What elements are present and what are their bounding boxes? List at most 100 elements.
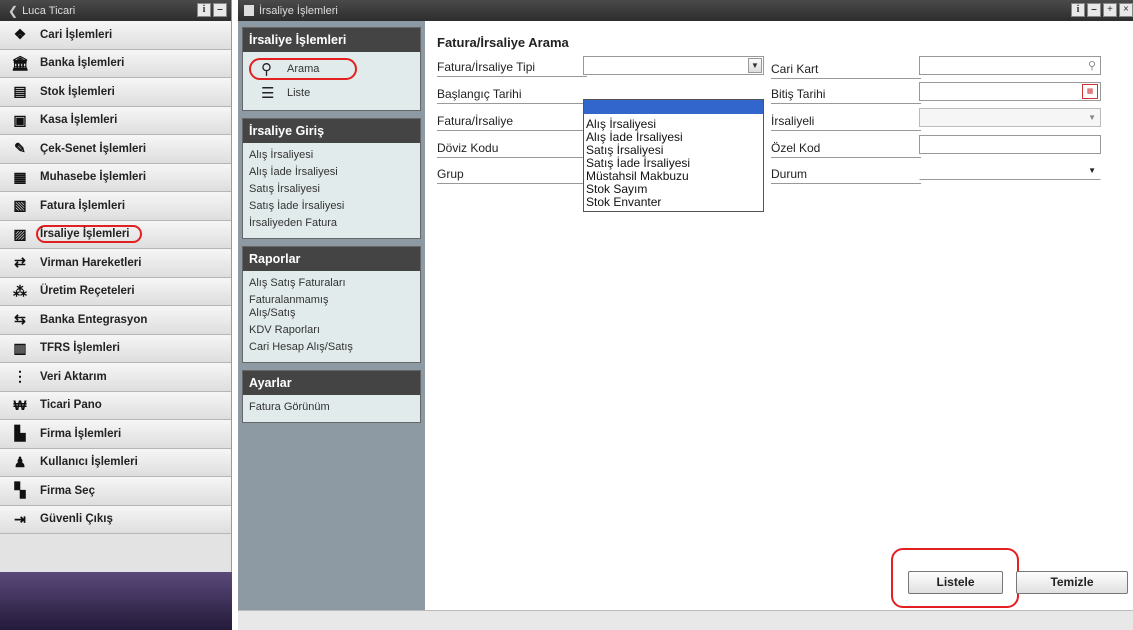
link-cari-hesap-alis-satis[interactable]: Cari Hesap Alış/Satış [249,339,414,356]
chevron-down-icon[interactable]: ▼ [748,58,762,73]
sidebar-item-label: Banka Entegrasyon [40,313,148,326]
status-bar [238,610,1133,630]
label-group: Grup [437,166,587,184]
sidebar-item--retim-re-eteleri[interactable]: ⁂ Üretim Reçeteleri [0,277,231,306]
end-date-field[interactable]: ▦ [919,82,1101,101]
list-submit-button[interactable]: Listele [908,571,1003,594]
sidebar-item-firma-se[interactable]: ▚ Firma Seç [0,477,231,506]
sidebar-item-i-rsaliye-i-lemleri[interactable]: ▨ İrsaliye İşlemleri [0,220,231,249]
label-invoice-waybill: Fatura/İrsaliye [437,113,587,131]
panel-irsaliye-islemleri: İrsaliye İşlemleri ⚲ Arama ☰ Liste [242,27,421,111]
label-waybilled: İrsaliyeli [771,113,921,131]
company-icon: ▙ [14,425,26,442]
integration-icon: ⇆ [14,311,26,328]
maximize-icon[interactable]: + [1103,3,1117,17]
chevron-down-icon[interactable]: ▼ [1088,166,1096,175]
sidebar-item-label: Kullanıcı İşlemleri [40,456,138,469]
sidebar-item-label: Stok İşlemleri [40,85,115,98]
clear-button[interactable]: Temizle [1016,571,1128,594]
sidebar-item-kasa-i-lemleri[interactable]: ▣ Kasa İşlemleri [0,106,231,135]
form-title: Fatura/İrsaliye Arama [437,35,569,50]
link-irsaliyeden-fatura[interactable]: İrsaliyeden Fatura [249,215,414,232]
search-icon[interactable]: ⚲ [1088,59,1096,72]
sidebar-item-label: İrsaliye İşlemleri [36,225,142,244]
sidebar-item-veri-aktar-m[interactable]: ⋮ Veri Aktarım [0,363,231,392]
dropdown-option-empty[interactable] [584,100,763,114]
user-label: Luca Ticari [22,4,76,17]
sidebar-item-label: Üretim Reçeteleri [40,285,135,298]
dropdown-option[interactable]: Stok Envanter [584,196,763,209]
chevron-down-icon[interactable]: ▼ [1088,113,1096,122]
type-dropdown-list: Alış İrsaliyesi Alış İade İrsaliyesi Sat… [583,99,764,212]
label-currency: Döviz Kodu [437,140,587,158]
logout-icon: ⇥ [14,510,26,527]
label-type: Fatura/İrsaliye Tipi [437,59,587,77]
label-special-code: Özel Kod [771,140,921,158]
sidebar-item-banka-entegrasyon[interactable]: ⇆ Banka Entegrasyon [0,306,231,335]
link-kdv-raporlari[interactable]: KDV Raporları [249,322,414,339]
label-account: Cari Kart [771,61,921,79]
list-icon: ☰ [261,85,275,102]
dashboard-icon: ₩ [13,397,27,414]
waybill-icon: ▨ [13,225,27,242]
sidebar-item-label: TFRS İşlemleri [40,342,120,355]
search-button-label: Arama [287,63,320,75]
label-start-date: Başlangıç Tarihi [437,86,587,104]
sidebar-item-firma-i-lemleri[interactable]: ▙ Firma İşlemleri [0,420,231,449]
link-alis-irsaliyesi[interactable]: Alış İrsaliyesi [249,147,414,164]
sidebar-item-virman-hareketleri[interactable]: ⇄ Virman Hareketleri [0,249,231,278]
sidebar-item--ek-senet-i-lemleri[interactable]: ✎ Çek-Senet İşlemleri [0,135,231,164]
sidebar-item-ticari-pano[interactable]: ₩ Ticari Pano [0,391,231,420]
type-select[interactable]: ▼ [583,56,764,75]
sidebar-item-label: Güvenli Çıkış [40,513,113,526]
sidebar-item-fatura-i-lemleri[interactable]: ▧ Fatura İşlemleri [0,192,231,221]
link-faturalanmamis[interactable]: Faturalanmamış Alış/Satış [249,294,349,320]
link-satis-irsaliyesi[interactable]: Satış İrsaliyesi [249,181,414,198]
sidebar-item-tfrs-i-lemleri[interactable]: ▥ TFRS İşlemleri [0,334,231,363]
nav-list: ❖ Cari İşlemleri 🏛 Banka İşlemleri ▤ Stok İşl… [0,21,231,534]
waybilled-select[interactable]: ▼ [919,108,1101,127]
transfer-icon: ⇄ [14,254,26,271]
back-arrow-icon[interactable]: ❮ [8,4,18,18]
list-button-label: Liste [287,87,311,99]
sidebar-item-label: Cari İşlemleri [40,28,113,41]
link-fatura-gorunum[interactable]: Fatura Görünüm [249,399,414,416]
close-icon[interactable]: × [1119,3,1133,17]
info-icon[interactable]: i [197,3,211,17]
panel-header: Raporlar [243,247,420,271]
link-satis-iade-irsaliyesi[interactable]: Satış İade İrsaliyesi [249,198,414,215]
panel-header: İrsaliye İşlemleri [243,28,420,52]
calendar-icon[interactable]: ▦ [1082,84,1098,99]
search-button[interactable]: ⚲ Arama [249,58,357,80]
sidebar-item-label: Fatura İşlemleri [40,199,126,212]
main-window: İrsaliye İşlemleri i – + × İrsaliye İşle… [238,0,1133,630]
sidebar-item-label: Virman Hareketleri [40,256,142,269]
status-select[interactable]: ▼ [919,161,1101,180]
sidebar-item-cari-i-lemleri[interactable]: ❖ Cari İşlemleri [0,21,231,50]
safe-icon: ▣ [13,111,27,128]
search-icon: ⚲ [261,61,272,78]
sidebar-item-label: Veri Aktarım [40,370,107,383]
sidebar-item-g-venli-k[interactable]: ⇥ Güvenli Çıkış [0,505,231,534]
data-transfer-icon: ⋮ [13,368,27,385]
link-alis-iade-irsaliyesi[interactable]: Alış İade İrsaliyesi [249,164,414,181]
sidebar-item-muhasebe-i-lemleri[interactable]: ▦ Muhasebe İşlemleri [0,163,231,192]
special-code-field[interactable] [919,135,1101,154]
left-navigation: ❮ Luca Ticari i – ❖ Cari İşlemleri 🏛 Banka … [0,0,232,630]
window-titlebar: İrsaliye İşlemleri i – + × [238,0,1133,21]
sidebar-item-kullan-c-i-lemleri[interactable]: ♟ Kullanıcı İşlemleri [0,448,231,477]
account-field[interactable]: ⚲ [919,56,1101,75]
info-icon[interactable]: i [1071,3,1085,17]
minimize-icon[interactable]: – [213,3,227,17]
sidebar-item-banka-i-lemleri[interactable]: 🏛 Banka İşlemleri [0,49,231,78]
panel-raporlar: Raporlar Alış Satış Faturaları Faturalan… [242,246,421,363]
link-alis-satis-faturalari[interactable]: Alış Satış Faturaları [249,275,414,292]
panel-header: Ayarlar [243,371,420,395]
window-title: İrsaliye İşlemleri [259,4,338,17]
list-button[interactable]: ☰ Liste [249,82,414,104]
minimize-icon[interactable]: – [1087,3,1101,17]
sidebar-item-label: Firma Seç [40,484,95,497]
submenu-panel: İrsaliye İşlemleri ⚲ Arama ☰ Liste İrsal… [238,21,425,610]
sidebar-item-label: Çek-Senet İşlemleri [40,142,147,155]
sidebar-item-stok-i-lemleri[interactable]: ▤ Stok İşlemleri [0,78,231,107]
